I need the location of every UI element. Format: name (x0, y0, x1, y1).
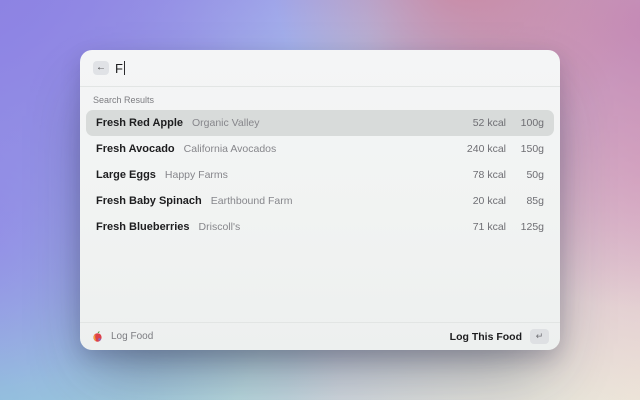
food-brand: Organic Valley (192, 117, 260, 129)
food-kcal: 78 kcal (472, 169, 506, 181)
empty-space (80, 240, 560, 322)
food-weight: 125g (520, 221, 544, 233)
food-weight: 85g (526, 195, 544, 207)
search-input[interactable]: F (115, 60, 126, 76)
food-kcal: 240 kcal (466, 143, 506, 155)
food-brand: Earthbound Farm (210, 195, 293, 207)
food-weight: 150g (520, 143, 544, 155)
food-weight: 100g (520, 117, 544, 129)
food-kcal: 52 kcal (472, 117, 506, 129)
food-search-palette-window: ← F Search Results Fresh Red Apple Organ… (80, 50, 560, 350)
food-name: Fresh Baby Spinach (96, 195, 202, 207)
food-name: Fresh Blueberries (96, 221, 190, 233)
search-query-text: F (115, 60, 123, 76)
back-button[interactable]: ← (93, 61, 109, 75)
primary-action-label[interactable]: Log This Food (450, 331, 522, 343)
footer-bar: Log Food Log This Food ↵ (80, 323, 560, 350)
footer-context-label: Log Food (111, 331, 154, 342)
return-key-icon: ↵ (535, 331, 544, 341)
food-kcal: 71 kcal (472, 221, 506, 233)
desktop-background: ← F Search Results Fresh Red Apple Organ… (0, 0, 640, 400)
apple-app-icon (91, 330, 104, 343)
result-row[interactable]: Fresh Baby Spinach Earthbound Farm 20 kc… (86, 188, 554, 214)
results-list: Fresh Red Apple Organic Valley 52 kcal 1… (80, 110, 560, 240)
food-name: Large Eggs (96, 169, 156, 181)
results-section-label: Search Results (93, 95, 155, 105)
search-bar[interactable]: ← F (80, 50, 560, 86)
text-caret (123, 61, 126, 75)
food-weight: 50g (526, 169, 544, 181)
result-row[interactable]: Large Eggs Happy Farms 78 kcal 50g (86, 162, 554, 188)
food-kcal: 20 kcal (472, 195, 506, 207)
enter-key-badge[interactable]: ↵ (530, 329, 549, 344)
result-row[interactable]: Fresh Red Apple Organic Valley 52 kcal 1… (86, 110, 554, 136)
result-row[interactable]: Fresh Blueberries Driscoll's 71 kcal 125… (86, 214, 554, 240)
result-row[interactable]: Fresh Avocado California Avocados 240 kc… (86, 136, 554, 162)
food-brand: California Avocados (183, 143, 277, 155)
arrow-left-icon: ← (96, 62, 106, 73)
food-brand: Driscoll's (198, 221, 241, 233)
food-name: Fresh Avocado (96, 143, 175, 155)
food-name: Fresh Red Apple (96, 117, 183, 129)
food-brand: Happy Farms (164, 169, 228, 181)
